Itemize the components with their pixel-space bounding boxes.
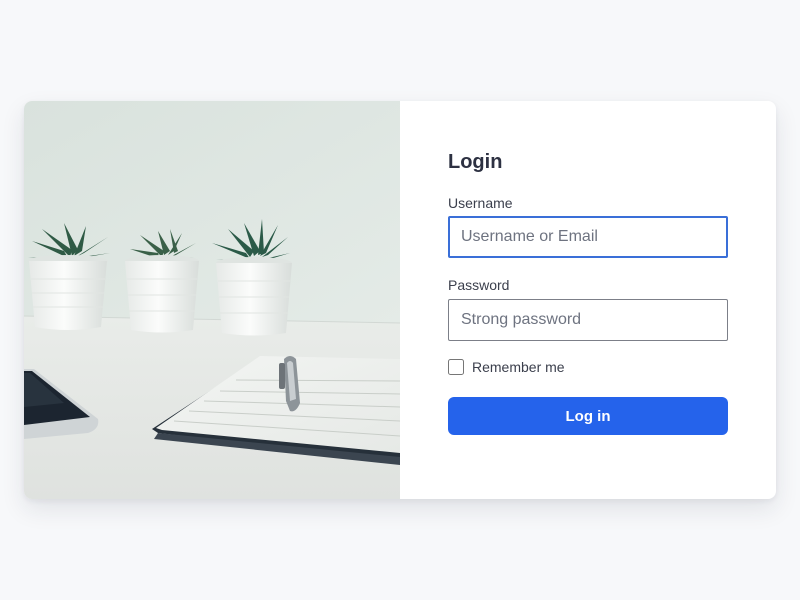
login-title: Login: [448, 151, 503, 173]
password-input[interactable]: [448, 299, 728, 341]
username-label: Username: [448, 195, 513, 211]
desk-photo: [24, 101, 400, 499]
login-form: Login Username Password Remember me Log …: [400, 101, 776, 499]
password-label: Password: [448, 277, 510, 293]
remember-me-checkbox[interactable]: [448, 359, 464, 375]
remember-me-label[interactable]: Remember me: [472, 359, 565, 375]
remember-me-row[interactable]: Remember me: [448, 358, 565, 376]
login-button[interactable]: Log in: [448, 397, 728, 435]
login-card: Login Username Password Remember me Log …: [24, 101, 776, 499]
username-input[interactable]: [448, 216, 728, 258]
